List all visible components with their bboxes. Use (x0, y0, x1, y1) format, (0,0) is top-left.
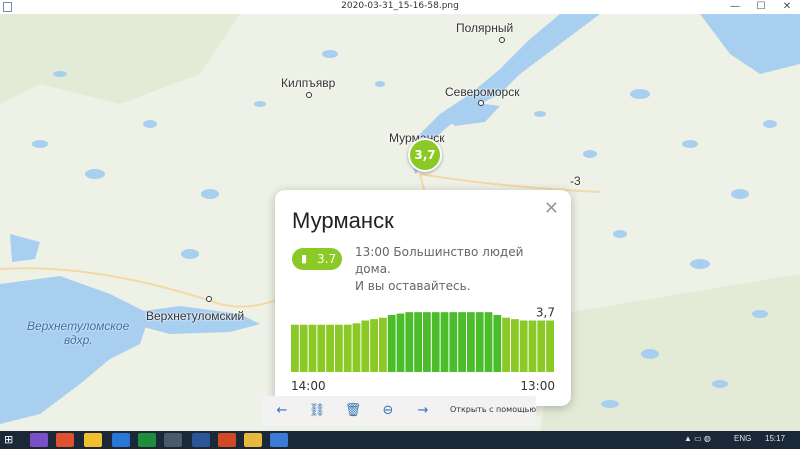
chart-bar (299, 324, 308, 372)
photos-icon[interactable] (270, 433, 288, 447)
chart-bar (387, 314, 396, 372)
reservoir-label: Верхнетуломское вдхр. (27, 319, 129, 347)
viewer-toolbar: ← ⛓ 🗑 ⊖ → Открыть с помощью (262, 396, 536, 426)
chart-bar (475, 312, 484, 372)
badge-value: 3.7 (317, 252, 337, 266)
city-label-verkhnetulomsky[interactable]: Верхнетуломский (146, 309, 244, 323)
chart-bar (537, 320, 546, 372)
link-icon[interactable]: ⛓ (307, 401, 327, 421)
road-label: -3 (570, 174, 581, 188)
chart-bar (414, 312, 422, 372)
city-label-polyarny[interactable]: Полярный (456, 21, 513, 35)
language-indicator[interactable]: ENG (734, 434, 751, 443)
chart-bar (458, 312, 466, 372)
close-window-button[interactable]: ✕ (774, 0, 800, 14)
x-end-label: 13:00 (520, 379, 555, 393)
card-title: Мурманск (292, 208, 394, 233)
maximize-button[interactable]: ☐ (748, 0, 774, 14)
zoom-out-icon[interactable]: ⊖ (378, 401, 398, 421)
window-title: 2020-03-31_15-16-58.png (341, 1, 459, 11)
close-icon[interactable]: ✕ (544, 198, 559, 219)
chrome-icon[interactable] (244, 433, 262, 447)
edge-icon[interactable] (112, 433, 130, 447)
chart-bar (493, 314, 502, 372)
chart-bar (291, 324, 299, 372)
chart-bar (361, 320, 370, 372)
chart-bar (308, 324, 317, 372)
forward-arrow-icon[interactable]: → (413, 401, 433, 421)
chart-bar (423, 312, 431, 372)
person-icon: ▮ (301, 252, 308, 265)
excel-icon[interactable] (138, 433, 156, 447)
chart-bar (326, 324, 334, 372)
open-with-button[interactable]: Открыть с помощью (450, 405, 536, 414)
city-marker (306, 92, 312, 98)
city-marker (478, 100, 484, 106)
taskbar: ⊞ ▲ ▭ ◍ ENG 15:17 (0, 431, 800, 449)
powerpoint-icon[interactable] (218, 433, 236, 447)
status-message: 13:00 Большинство людей дома. И вы остав… (355, 244, 561, 295)
last-value-label: 3,7 (536, 306, 555, 320)
start-windows-icon[interactable]: ⊞ (4, 434, 16, 446)
index-badge: ▮ 3.7 (292, 248, 342, 270)
chart-bar (484, 312, 493, 372)
index-pin[interactable]: 3,7 (408, 138, 442, 172)
x-start-label: 14:00 (291, 379, 326, 393)
app-icon[interactable] (30, 433, 48, 447)
chart-bar (502, 317, 510, 372)
minimize-button[interactable]: — (722, 0, 748, 14)
chart-bar (317, 324, 326, 372)
chart-bar (405, 312, 414, 372)
city-marker (206, 296, 212, 302)
reservoir-label-line1: Верхнетуломское (27, 319, 130, 333)
tray-icons[interactable]: ▲ ▭ ◍ (684, 434, 711, 443)
chart-bar (440, 312, 449, 372)
chart-bar (352, 323, 361, 372)
trash-icon[interactable]: 🗑 (343, 401, 363, 421)
map-view[interactable]: Полярный Килпъявр Североморск Мурманск В… (0, 14, 800, 431)
back-arrow-icon[interactable]: ← (272, 401, 292, 421)
word-icon[interactable] (192, 433, 210, 447)
chart-bar (379, 317, 387, 372)
chart-bar (370, 319, 378, 372)
window-titlebar: 2020-03-31_15-16-58.png — ☐ ✕ (0, 0, 800, 15)
chart-bar (343, 324, 352, 372)
city-label-kilpyavr[interactable]: Килпъявр (281, 76, 335, 90)
status-message-line2: И вы оставайтесь. (355, 279, 471, 293)
chart-bar (546, 320, 554, 372)
app-icon[interactable] (56, 433, 74, 447)
chart-bar (511, 319, 519, 372)
city-marker (499, 37, 505, 43)
chart-bar (396, 313, 405, 372)
chart-bar (528, 320, 537, 372)
chart-bar (431, 312, 440, 372)
app-icon[interactable] (164, 433, 182, 447)
city-info-card: ✕ Мурманск ▮ 3.7 13:00 Большинство людей… (275, 190, 571, 406)
chart-bar (467, 312, 475, 372)
clock[interactable]: 15:17 (765, 434, 785, 443)
chart-bar (335, 324, 343, 372)
city-label-severomorsk[interactable]: Североморск (445, 85, 519, 99)
status-message-line1: 13:00 Большинство людей дома. (355, 245, 524, 276)
chart-bar (519, 320, 528, 372)
hourly-chart: 3,7 14:00 13:00 (291, 306, 555, 393)
reservoir-label-line2: вдхр. (64, 333, 93, 347)
chart-bar (449, 312, 458, 372)
folder-icon[interactable] (84, 433, 102, 447)
